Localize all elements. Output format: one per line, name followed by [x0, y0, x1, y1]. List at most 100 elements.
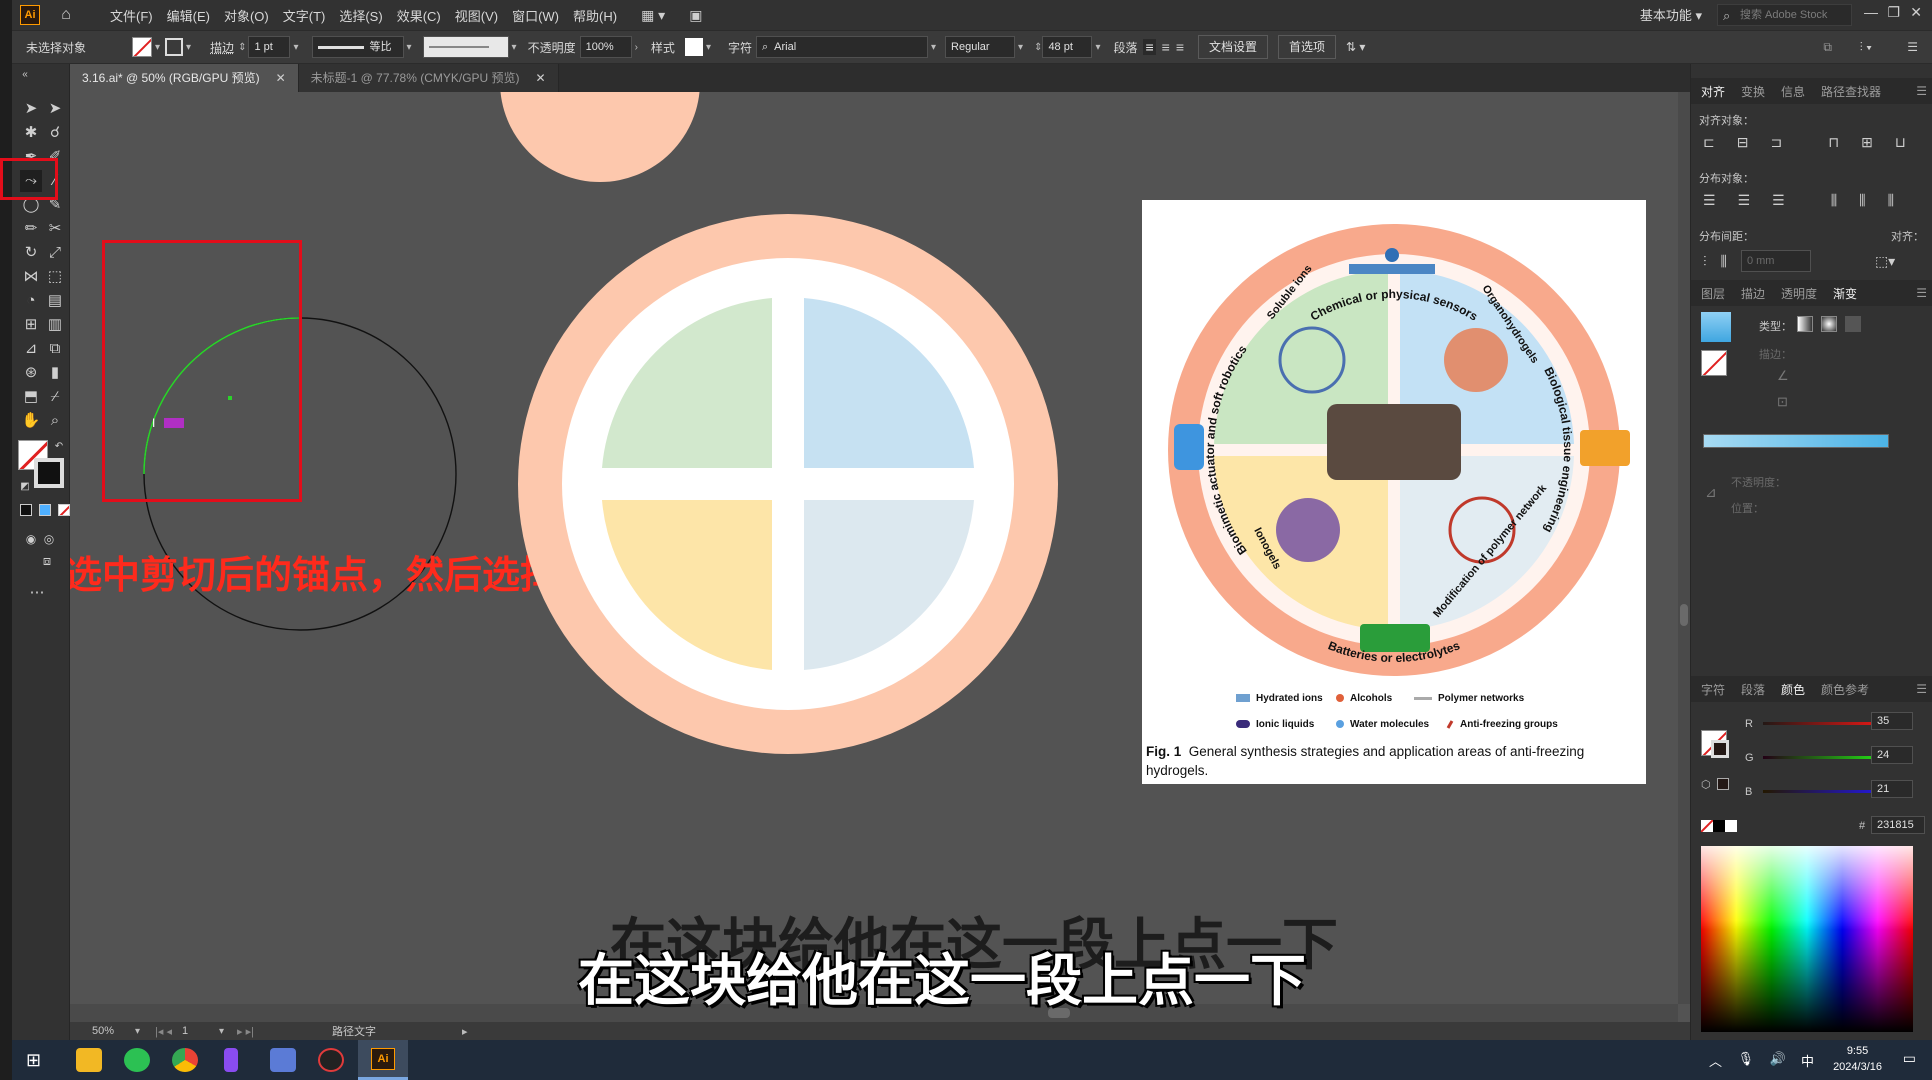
chevron-down-icon[interactable]: ▾ — [931, 42, 936, 53]
opacity-field[interactable]: 100% — [579, 36, 632, 58]
horizontal-spacing-icon[interactable]: ⫼ — [1721, 253, 1727, 270]
chrome-icon[interactable] — [172, 1048, 198, 1072]
tab-paragraph[interactable]: 段落 — [1741, 681, 1765, 698]
visual-studio-icon[interactable] — [224, 1048, 238, 1072]
zoom-tool-icon[interactable]: ⌕ — [44, 410, 66, 432]
freeform-gradient-icon[interactable] — [1845, 316, 1861, 332]
ime-indicator[interactable]: 中 — [1801, 1051, 1814, 1070]
hand-tool-icon[interactable]: ✋ — [20, 410, 42, 432]
brush-definition-select[interactable] — [422, 36, 509, 58]
tab-align[interactable]: 对齐 — [1701, 83, 1725, 100]
align-left-icon[interactable]: ≡ — [1143, 39, 1156, 55]
free-transform-tool-icon[interactable]: ⬚ — [44, 266, 66, 288]
clock[interactable]: 9:55 2024/3/16 — [1833, 1043, 1882, 1075]
align-to-select-icon[interactable]: ⬚▾ — [1875, 253, 1895, 270]
artboard-nav-next-icon[interactable]: ▸ ▸| — [237, 1025, 254, 1038]
perspective-grid-tool-icon[interactable]: ▤ — [44, 290, 66, 312]
swap-fill-stroke-icon[interactable]: ↶ — [48, 436, 70, 458]
lasso-tool-icon[interactable]: ☌ — [44, 122, 66, 144]
tab-document-3-16[interactable]: 3.16.ai* @ 50% (RGB/GPU 预览) ✕ — [70, 64, 299, 92]
r-value-field[interactable]: 35 — [1871, 712, 1913, 730]
artboard-nav-first-icon[interactable]: |◂ ◂ — [155, 1025, 172, 1038]
blend-tool-icon[interactable]: ⧉ — [44, 338, 66, 360]
align-vertical-centers-icon[interactable]: ⊞ — [1861, 134, 1873, 151]
chevron-down-icon[interactable]: ▾ — [1095, 42, 1100, 53]
screen-mode-icon[interactable]: ⧈ — [36, 550, 58, 572]
font-size-field[interactable]: 48 pt — [1042, 36, 1093, 58]
close-tab-icon[interactable]: ✕ — [276, 71, 286, 85]
draw-behind-icon[interactable]: ◎ — [38, 528, 60, 550]
arrange-documents-icon[interactable]: ▦ ▾ — [641, 7, 665, 24]
illustrator-taskbar-icon[interactable]: Ai — [358, 1040, 408, 1080]
tab-color[interactable]: 颜色 — [1781, 681, 1805, 698]
artboard-number[interactable]: 1 — [182, 1025, 216, 1037]
none-swatch[interactable] — [1701, 820, 1713, 832]
align-bottom-edges-icon[interactable]: ⊔ — [1895, 134, 1906, 151]
status-menu-icon[interactable]: ▸ — [462, 1025, 468, 1038]
menu-object[interactable]: 对象(O) — [224, 6, 269, 25]
artboard-tool-icon[interactable]: ⬒ — [20, 386, 42, 408]
gradient-fill-stroke-swatch[interactable] — [1701, 350, 1727, 376]
preferences-button[interactable]: 首选项 — [1278, 35, 1337, 59]
g-value-field[interactable]: 24 — [1871, 746, 1913, 764]
vertical-spacing-icon[interactable]: ⫶ — [1703, 253, 1707, 270]
gradient-tool-icon[interactable]: ▥ — [44, 314, 66, 336]
menu-file[interactable]: 文件(F) — [110, 6, 153, 25]
black-swatch[interactable] — [1713, 820, 1725, 832]
hex-value-field[interactable]: 231815 — [1871, 816, 1925, 834]
linear-gradient-icon[interactable] — [1797, 316, 1813, 332]
b-value-field[interactable]: 21 — [1871, 780, 1913, 798]
rotate-tool-icon[interactable]: ↻ — [20, 242, 42, 264]
close-tab-icon[interactable]: ✕ — [536, 71, 546, 85]
pencil-tool-icon[interactable]: ✏ — [20, 218, 42, 240]
windows-start-icon[interactable]: ⊞ — [26, 1050, 41, 1071]
tab-pathfinder[interactable]: 路径查找器 — [1821, 83, 1881, 100]
chevron-down-icon[interactable]: ▾ — [293, 42, 298, 53]
scissors-tool-icon[interactable]: ✂ — [44, 218, 66, 240]
align-top-edges-icon[interactable]: ⊓ — [1828, 134, 1839, 151]
gradient-eyedropper-icon[interactable]: ⊿ — [1705, 484, 1717, 501]
tab-document-untitled[interactable]: 未标题-1 @ 77.78% (CMYK/GPU 预览) ✕ — [298, 64, 559, 92]
menu-effect[interactable]: 效果(C) — [397, 6, 441, 25]
chevron-down-icon[interactable]: ▾ — [219, 1026, 224, 1037]
color-spectrum[interactable] — [1701, 846, 1913, 1032]
mesh-tool-icon[interactable]: ⊞ — [20, 314, 42, 336]
color-mode-gradient[interactable] — [39, 504, 51, 516]
symbol-sprayer-tool-icon[interactable]: ⊛ — [20, 362, 42, 384]
distribute-right-icon[interactable]: ⫼ — [1888, 192, 1894, 209]
align-horizontal-centers-icon[interactable]: ⊟ — [1737, 134, 1749, 151]
distribute-bottom-icon[interactable]: ☰ — [1772, 192, 1785, 209]
color-stroke-swatch[interactable] — [1711, 740, 1729, 758]
tab-stroke[interactable]: 描边 — [1741, 285, 1765, 302]
tab-layers[interactable]: 图层 — [1701, 285, 1725, 302]
gradient-slider-bar[interactable] — [1703, 434, 1889, 448]
menu-window[interactable]: 窗口(W) — [512, 6, 559, 25]
notifications-icon[interactable]: ▭ — [1903, 1050, 1916, 1067]
distribute-hcenter-icon[interactable]: ⫼ — [1859, 192, 1865, 209]
white-swatch[interactable] — [1725, 820, 1737, 832]
stroke-stepper-icon[interactable]: ⇕ — [238, 42, 246, 53]
distribute-vcenter-icon[interactable]: ☰ — [1738, 192, 1751, 209]
tab-color-guide[interactable]: 颜色参考 — [1821, 681, 1869, 698]
reference-figure[interactable]: Chemical or physical sensors Biological … — [1142, 200, 1646, 784]
distribute-top-icon[interactable]: ☰ — [1703, 192, 1716, 209]
stroke-swatch[interactable] — [165, 38, 184, 56]
minimize-icon[interactable]: — — [1864, 4, 1878, 20]
gradient-preview-swatch[interactable] — [1701, 312, 1731, 342]
wechat-icon[interactable] — [124, 1048, 150, 1072]
quadrant-circle-graphic[interactable] — [518, 214, 1058, 754]
scroll-thumb[interactable] — [1680, 604, 1688, 626]
shape-builder-tool-icon[interactable]: ◔ — [20, 290, 42, 312]
default-colors-icon[interactable]: ◩ — [14, 476, 36, 498]
distribute-left-icon[interactable]: ⫼ — [1831, 192, 1837, 209]
gradient-angle-icon[interactable]: ∠ — [1777, 368, 1789, 384]
gpu-performance-icon[interactable]: ▣ — [689, 7, 702, 24]
search-stock-input[interactable]: ⌕ 搜索 Adobe Stock — [1717, 4, 1852, 26]
chevron-down-icon[interactable]: ▾ — [155, 42, 160, 53]
app-icon[interactable] — [270, 1048, 296, 1072]
panel-menu-icon[interactable]: ☰ — [1916, 286, 1927, 300]
column-graph-tool-icon[interactable]: ▮ — [44, 362, 66, 384]
stroke-profile-select[interactable]: 等比 — [311, 36, 404, 58]
width-tool-icon[interactable]: ⋈ — [20, 266, 42, 288]
menu-icon[interactable]: ☰ — [1907, 40, 1918, 54]
